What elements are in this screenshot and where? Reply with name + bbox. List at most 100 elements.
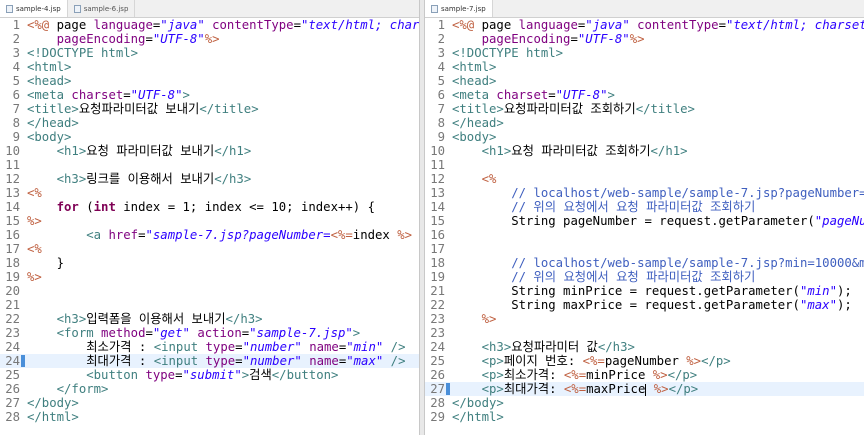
code-line[interactable]: 27 <p>최대가격: <%=maxPrice %></p> [425,382,864,396]
code-line[interactable]: 9 <body> [0,130,419,144]
code-line[interactable]: 22 <h3>입력폼을 이용해서 보내기</h3> [0,312,419,326]
code-token: </body> [452,396,504,410]
code-line[interactable]: 18 // localhost/web-sample/sample-7.jsp?… [425,256,864,270]
line-number: 12 [5,172,20,186]
editor-tab[interactable]: sample-4.jsp [0,0,68,17]
editor-tab-label: sample-7.jsp [441,4,486,13]
code-line[interactable]: 12 <h3>링크를 이용해서 보내기</h3> [0,172,419,186]
line-number: 14 [430,200,445,214]
code-token: %> [481,312,497,326]
code-line[interactable]: 4 <html> [425,60,864,74]
code-line[interactable]: 15 String pageNumber = request.getParame… [425,214,864,228]
code-line[interactable]: 17 <% [0,242,419,256]
right-code-editor[interactable]: 1 <%@ page language="java" contentType="t… [425,18,864,435]
left-editor-pane[interactable]: sample-4.jsp sample-6.jsp 1 <%@ page langu… [0,0,419,435]
code-line[interactable]: 5 <head> [425,74,864,88]
code-line[interactable]: 11 [425,158,864,172]
code-line[interactable]: 19 // 위의 요청에서 요청 파라미터값 조회하기 [425,270,864,284]
code-text: String pageNumber = request.getParameter… [452,214,864,228]
code-text: <html> [27,60,71,74]
code-line[interactable]: 12 <% [425,172,864,186]
current-line-marker [446,383,450,395]
editor-tab[interactable]: sample-7.jsp [425,0,493,17]
code-text: } [27,256,64,270]
code-line[interactable]: 2 pageEncoding="UTF-8"%> [425,32,864,46]
code-line[interactable]: 10 <h1>요청 파라미터값 보내기</h1> [0,144,419,158]
code-line[interactable]: 9 <body> [425,130,864,144]
code-line[interactable]: 1 <%@ page language="java" contentType="t… [425,18,864,32]
code-line[interactable]: 24 최소가격 : <input type="number" name="min… [0,340,419,354]
line-number: 27 [5,396,20,410]
editor-tab[interactable]: sample-6.jsp [68,0,136,17]
code-line[interactable]: 3 <!DOCTYPE html> [0,46,419,60]
code-token: ); [837,284,852,298]
code-line[interactable]: 21 [0,298,419,312]
line-number: 10 [5,144,20,158]
code-line[interactable]: 16 <a href="sample-7.jsp?pageNumber=<%=i… [0,228,419,242]
code-token: language [518,18,578,32]
code-line[interactable]: 14 for (int index = 1; index <= 10; inde… [0,200,419,214]
code-line[interactable]: 8 </head> [0,116,419,130]
code-line[interactable]: 17 [425,242,864,256]
code-line[interactable]: 3 <!DOCTYPE html> [425,46,864,60]
code-line[interactable]: 15 %> [0,214,419,228]
code-line[interactable]: 20 [0,284,419,298]
code-line[interactable]: 1 <%@ page language="java" contentType="t… [0,18,419,32]
line-number: 13 [430,186,445,200]
line-number: 21 [5,298,20,312]
line-number: 9 [437,130,445,144]
code-line[interactable]: 4 <html> [0,60,419,74]
code-line[interactable]: 13 <% [0,186,419,200]
line-number: 5 [12,74,20,88]
code-token: 요청 파라미터값 조회하기 [511,144,651,158]
code-line[interactable]: 22 String maxPrice = request.getParamete… [425,298,864,312]
code-line[interactable]: 21 String minPrice = request.getParamete… [425,284,864,298]
code-line[interactable]: 6 <meta charset="UTF-8"> [425,88,864,102]
code-token: <a [86,228,109,242]
code-line[interactable]: 5 <head> [0,74,419,88]
code-token: <title> [27,102,79,116]
code-line[interactable]: 11 [0,158,419,172]
line-number: 17 [5,242,20,256]
right-editor-pane[interactable]: sample-7.jsp 1 <%@ page language="java" c… [425,0,864,435]
code-token: int [93,200,116,214]
code-line[interactable]: 26 </form> [0,382,419,396]
code-line[interactable]: 25 <button type="submit">검색</button> [0,368,419,382]
code-line[interactable]: 8 </head> [425,116,864,130]
code-line[interactable]: 13 // localhost/web-sample/sample-7.jsp?… [425,186,864,200]
code-line[interactable]: 14 // 위의 요청에서 요청 파라미터값 조회하기 [425,200,864,214]
line-number: 20 [5,284,20,298]
code-line[interactable]: 28 </body> [425,396,864,410]
code-line[interactable]: 16 [425,228,864,242]
code-line[interactable]: 24 <h3>요청파라미터 값</h3> [425,340,864,354]
code-line[interactable]: 29 </html> [425,410,864,424]
code-text: <%@ page language="java" contentType="te… [452,18,864,32]
code-token: <h1> [56,144,87,158]
left-code-editor[interactable]: 1 <%@ page language="java" contentType="t… [0,18,419,435]
code-line[interactable]: 2 pageEncoding="UTF-8"%> [0,32,419,46]
right-editor-tabbar: sample-7.jsp [425,0,864,18]
code-text: <form method="get" action="sample-7.jsp"… [27,326,361,340]
code-text: pageEncoding="UTF-8"%> [27,32,220,46]
code-line[interactable]: 23 %> [425,312,864,326]
code-line[interactable]: 18 } [0,256,419,270]
code-token: 요청파라미터값 보내기 [78,102,200,116]
line-number: 3 [12,46,20,60]
line-number: 28 [5,410,20,424]
code-line[interactable]: 6 <meta charset="UTF-8"> [0,88,419,102]
code-line[interactable]: 25 <p>페이지 번호: <%=pageNumber %></p> [425,354,864,368]
code-line[interactable]: 23 <form method="get" action="sample-7.j… [0,326,419,340]
code-line[interactable]: 10 <h1>요청 파라미터값 조회하기</h1> [425,144,864,158]
code-line[interactable]: 7 <title>요청파라미터값 조회하기</title> [425,102,864,116]
code-line[interactable]: 26 <p>최소가격: <%=minPrice %></p> [425,368,864,382]
code-line[interactable]: 24 최대가격 : <input type="number" name="max… [0,354,419,368]
code-line[interactable]: 7 <title>요청파라미터값 보내기</title> [0,102,419,116]
code-line[interactable]: 19 %> [0,270,419,284]
code-text: String maxPrice = request.getParameter("… [452,298,852,312]
code-line[interactable]: 27 </body> [0,396,419,410]
code-line[interactable]: 28 </html> [0,410,419,424]
code-line[interactable]: 23 [425,326,864,340]
